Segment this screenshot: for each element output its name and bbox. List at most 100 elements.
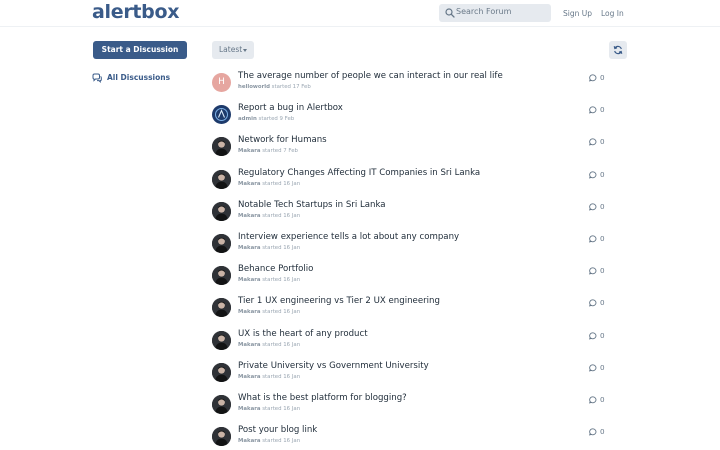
- discussion-started: started 16 Jan: [262, 277, 301, 284]
- reply-count-value: 0: [600, 266, 605, 276]
- discussion-row[interactable]: Regulatory Changes Affecting IT Companie…: [212, 165, 632, 195]
- avatar[interactable]: [212, 362, 231, 382]
- discussion-meta: admin started 9 Feb: [238, 116, 294, 122]
- discussion-author[interactable]: helloworld: [238, 84, 270, 90]
- discussion-author[interactable]: Makara: [238, 374, 261, 380]
- discussion-title[interactable]: UX is the heart of any product: [238, 329, 368, 339]
- discussion-meta: Makara started 16 Jan: [238, 245, 300, 251]
- signup-link[interactable]: Sign Up: [563, 9, 592, 18]
- comment-icon: [589, 331, 597, 340]
- discussion-row[interactable]: Behance Portfolio Makara started 16 Jan 0: [212, 261, 632, 291]
- discussion-author[interactable]: Makara: [238, 342, 261, 348]
- avatar[interactable]: [212, 201, 231, 221]
- comment-icon: [589, 235, 597, 243]
- start-discussion-button[interactable]: Start a Discussion: [93, 41, 187, 59]
- avatar[interactable]: [212, 330, 231, 350]
- sort-dropdown[interactable]: Latest: [212, 41, 254, 59]
- user-photo-icon: [212, 169, 231, 189]
- user-photo-icon: [212, 298, 231, 318]
- discussion-row[interactable]: Private University vs Government Univers…: [212, 358, 632, 388]
- avatar[interactable]: [212, 266, 231, 286]
- avatar[interactable]: [212, 427, 231, 447]
- reply-count-value: 0: [600, 395, 605, 404]
- discussion-title[interactable]: Notable Tech Startups in Sri Lanka: [238, 200, 386, 210]
- comment-icon: [589, 428, 597, 436]
- avatar[interactable]: [212, 169, 231, 189]
- reply-count-value: 0: [600, 137, 605, 147]
- comment-icon: [589, 74, 597, 82]
- discussion-author[interactable]: Makara: [238, 438, 261, 444]
- user-photo-icon: [212, 330, 231, 350]
- discussion-meta: Makara started 16 Jan: [238, 374, 300, 380]
- discussion-author[interactable]: Makara: [238, 213, 261, 219]
- discussion-row[interactable]: Post your blog link Makara started 16 Jan…: [212, 422, 632, 450]
- refresh-button[interactable]: [609, 41, 627, 59]
- discussion-row[interactable]: Interview experience tells a lot about a…: [212, 229, 632, 259]
- avatar[interactable]: [212, 137, 231, 157]
- discussion-author[interactable]: Makara: [238, 277, 261, 283]
- discussion-title[interactable]: Post your blog link: [238, 425, 317, 435]
- discussion-started: started 9 Feb: [258, 116, 295, 123]
- discussion-title[interactable]: Tier 1 UX engineering vs Tier 2 UX engin…: [238, 296, 440, 306]
- discussion-title[interactable]: The average number of people we can inte…: [238, 71, 503, 81]
- discussion-author[interactable]: Makara: [238, 406, 261, 412]
- user-photo-icon: [212, 201, 231, 221]
- reply-count-value: 0: [600, 330, 605, 340]
- discussion-row[interactable]: Notable Tech Startups in Sri Lanka Makara…: [212, 197, 632, 227]
- discussion-title[interactable]: Regulatory Changes Affecting IT Companie…: [238, 168, 480, 178]
- discussion-title[interactable]: Report a bug in Alertbox: [238, 103, 343, 113]
- discussion-author[interactable]: Makara: [238, 148, 261, 154]
- user-photo-icon: [212, 266, 231, 286]
- avatar[interactable]: [212, 298, 231, 318]
- discussion-author[interactable]: Makara: [238, 309, 261, 315]
- discussion-author[interactable]: admin: [238, 116, 257, 122]
- discussion-meta: Makara started 16 Jan: [238, 438, 300, 444]
- discussion-meta: Makara started 16 Jan: [238, 213, 300, 219]
- discussion-started: started 7 Feb: [262, 148, 298, 155]
- reply-count-value: 0: [600, 362, 605, 372]
- search-input[interactable]: Search Forum: [439, 4, 551, 22]
- discussion-title[interactable]: Behance Portfolio: [238, 264, 313, 274]
- discussion-meta: Makara started 16 Jan: [238, 309, 300, 315]
- discussion-meta: helloworld started 17 Feb: [238, 84, 311, 90]
- comment-icon: [589, 170, 597, 179]
- discussion-author[interactable]: Makara: [238, 181, 261, 187]
- discussion-row[interactable]: Network for Humans Makara started 7 Feb 0: [212, 132, 632, 162]
- reply-count-value: 0: [600, 298, 605, 308]
- discussion-started: started 16 Jan: [262, 373, 301, 380]
- discussion-meta: Makara started 7 Feb: [238, 148, 298, 154]
- discussion-title[interactable]: Interview experience tells a lot about a…: [238, 232, 459, 242]
- discussion-author[interactable]: Makara: [238, 245, 261, 251]
- discussion-meta: Makara started 16 Jan: [238, 406, 300, 412]
- reply-count-value: 0: [600, 201, 605, 211]
- user-photo-icon: [212, 234, 231, 253]
- discussion-row[interactable]: What is the best platform for blogging? M…: [212, 390, 632, 420]
- sort-label: Latest: [219, 45, 243, 54]
- avatar[interactable]: H: [212, 73, 231, 92]
- avatar[interactable]: [212, 234, 231, 253]
- avatar[interactable]: [212, 105, 231, 125]
- avatar[interactable]: [212, 395, 231, 414]
- discussion-title[interactable]: Network for Humans: [238, 135, 327, 145]
- discussion-row[interactable]: UX is the heart of any product Makara sta…: [212, 326, 632, 356]
- discussion-row[interactable]: H The average number of people we can int…: [212, 68, 632, 98]
- discussion-started: started 16 Jan: [262, 180, 301, 187]
- search-icon: [445, 8, 455, 18]
- sidebar-item-label: All Discussions: [107, 73, 171, 82]
- reply-count-value: 0: [600, 105, 605, 115]
- user-photo-icon: [212, 427, 231, 447]
- discussion-row[interactable]: Tier 1 UX engineering vs Tier 2 UX engin…: [212, 293, 632, 323]
- comment-icon: [589, 267, 597, 275]
- discussion-title[interactable]: What is the best platform for blogging?: [238, 393, 407, 403]
- discussion-row[interactable]: Report a bug in Alertbox admin started 9 …: [212, 100, 632, 130]
- reply-count-value: 0: [600, 234, 605, 243]
- comment-icon: [589, 203, 597, 211]
- login-link[interactable]: Log In: [601, 9, 624, 18]
- admin-logo-icon: [215, 108, 228, 122]
- discussion-meta: Makara started 16 Jan: [238, 277, 300, 283]
- top-header: alertbox Search Forum Sign Up Log In: [0, 0, 720, 27]
- discussion-meta: Makara started 16 Jan: [238, 342, 300, 348]
- user-photo-icon: [212, 362, 231, 382]
- discussion-title[interactable]: Private University vs Government Univers…: [238, 361, 429, 371]
- site-logo[interactable]: alertbox: [92, 1, 179, 23]
